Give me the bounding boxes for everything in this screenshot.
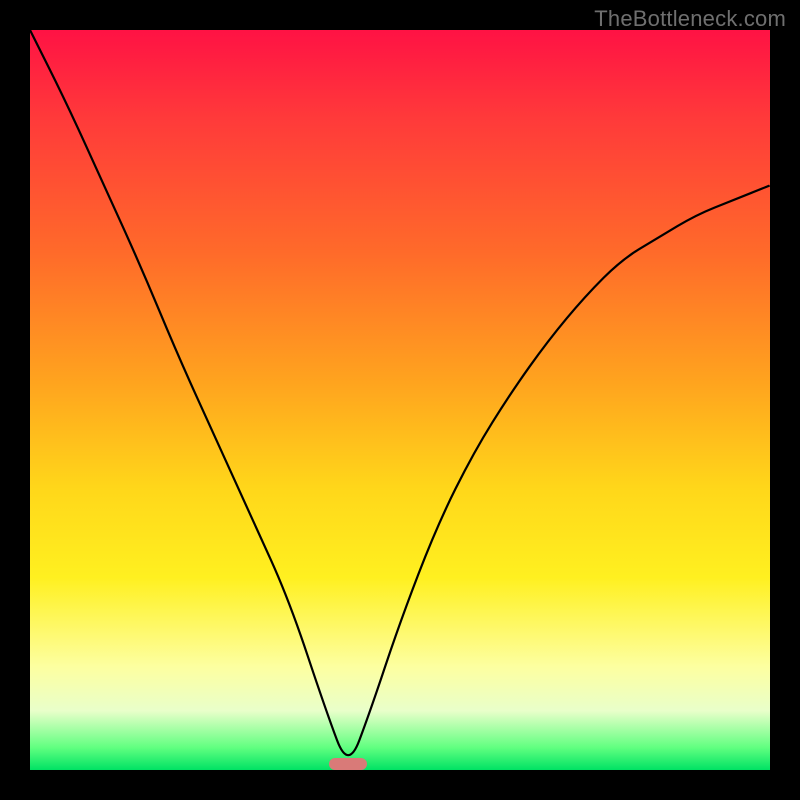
chart-frame: TheBottleneck.com	[0, 0, 800, 800]
curve-svg	[30, 30, 770, 770]
bottleneck-curve	[30, 30, 770, 755]
plot-area	[30, 30, 770, 770]
watermark-text: TheBottleneck.com	[594, 6, 786, 32]
minimum-marker	[329, 758, 367, 770]
